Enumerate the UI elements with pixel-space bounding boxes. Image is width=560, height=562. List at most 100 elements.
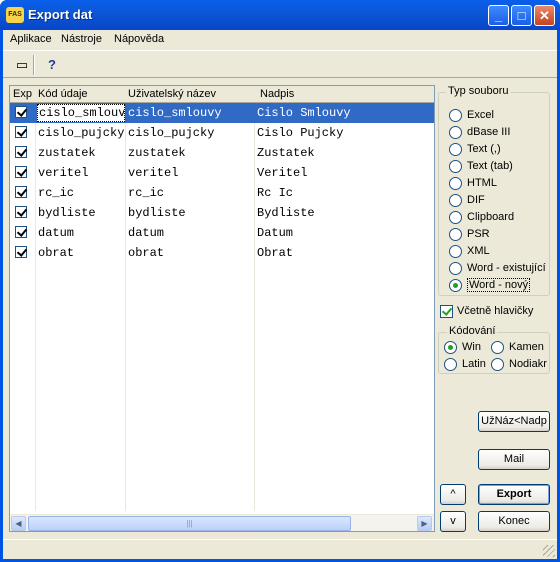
radio-label: Clipboard [467,211,515,223]
cell-title[interactable]: Datum [257,226,427,240]
scroll-left-icon[interactable]: ◀ [11,516,26,531]
app-icon: FAS [6,7,24,23]
cell-name[interactable]: zustatek [128,146,252,160]
radio-selected-icon [444,341,457,354]
radio-icon [449,245,462,258]
close-button[interactable]: Konec [478,511,550,532]
cell-title[interactable]: Cislo Smlouvy [257,106,427,120]
maximize-button[interactable]: □ [511,5,532,26]
radio-label: Word - nový [467,278,531,292]
cell-name[interactable]: obrat [128,246,252,260]
cell-code[interactable]: cislo_smlouvy [37,104,125,122]
table-row[interactable]: obrat obrat Obrat [10,243,434,263]
minimize-button[interactable]: _ [488,5,509,26]
radio-label: Nodiakr [509,358,547,370]
cell-code[interactable]: zustatek [38,146,124,160]
cell-name[interactable]: datum [128,226,252,240]
radio-icon [491,358,504,371]
radio-icon [491,341,504,354]
radio-label: HTML [467,177,497,189]
status-bar [3,539,557,559]
radio-icon [449,143,462,156]
scroll-thumb[interactable]: ||| [28,516,351,531]
title-bar[interactable]: FAS Export dat _ □ ✕ [0,0,560,30]
radio-selected-icon [449,279,462,292]
cell-code[interactable]: bydliste [38,206,124,220]
cell-code[interactable]: veritel [38,166,124,180]
cell-code[interactable]: cislo_pujcky [38,126,124,140]
table-row[interactable]: veritel veritel Veritel [10,163,434,183]
horizontal-scrollbar[interactable]: ◀ ||| ▶ [10,514,434,531]
radio-icon [449,126,462,139]
radio-label: XML [467,245,490,257]
move-down-button[interactable]: v [440,511,466,532]
header-checkbox-label[interactable]: Včetně hlavičky [457,305,533,317]
table-row[interactable]: zustatek zustatek Zustatek [10,143,434,163]
cell-title[interactable]: Rc Ic [257,186,427,200]
window-title: Export dat [28,7,93,22]
user-title-button[interactable]: UžNáz<Nadp [478,411,550,432]
col-code[interactable]: Kód údaje [38,88,88,100]
table-row[interactable]: cislo_smlouvy cislo_smlouvy Cislo Smlouv… [10,103,434,123]
export-checkbox[interactable] [15,126,27,138]
client-area: Aplikace Nástroje Nápověda ▭ ? Exp Kód ú… [3,30,557,559]
cell-title[interactable]: Zustatek [257,146,427,160]
radio-label: Word - existující [467,262,546,274]
file-type-title: Typ souboru [446,85,511,97]
header-checkbox[interactable] [440,305,453,318]
cell-name[interactable]: cislo_smlouvy [128,106,252,120]
form-icon[interactable]: ▭ [11,54,33,76]
radio-label: Text (,) [467,143,501,155]
radio-label: DIF [467,194,485,206]
cell-title[interactable]: Bydliste [257,206,427,220]
menu-bar: Aplikace Nástroje Nápověda [3,30,557,50]
cell-code[interactable]: obrat [38,246,124,260]
radio-label: Latin [462,358,486,370]
cell-name[interactable]: rc_ic [128,186,252,200]
table-row[interactable]: datum datum Datum [10,223,434,243]
radio-label: Text (tab) [467,160,513,172]
file-type-group: Typ souboru Excel dBase III Text (,) Tex… [438,85,550,296]
export-checkbox[interactable] [15,206,27,218]
export-button[interactable]: Export [478,484,550,505]
cell-name[interactable]: veritel [128,166,252,180]
cell-title[interactable]: Veritel [257,166,427,180]
export-checkbox[interactable] [15,146,27,158]
radio-icon [444,358,457,371]
cell-name[interactable]: bydliste [128,206,252,220]
menu-napoveda[interactable]: Nápověda [114,33,164,45]
cell-name[interactable]: cislo_pujcky [128,126,252,140]
encoding-title: Kódování [447,325,498,337]
col-exp[interactable]: Exp [13,88,32,100]
cell-code[interactable]: rc_ic [38,186,124,200]
mail-button[interactable]: Mail [478,449,550,470]
col-name[interactable]: Uživatelský název [128,88,216,100]
resize-grip-icon[interactable] [543,545,555,557]
export-checkbox[interactable] [15,186,27,198]
export-checkbox[interactable] [15,226,27,238]
radio-icon [449,211,462,224]
export-checkbox[interactable] [15,246,27,258]
menu-aplikace[interactable]: Aplikace [10,33,52,45]
help-icon[interactable]: ? [41,54,63,76]
radio-icon [449,228,462,241]
cell-title[interactable]: Obrat [257,246,427,260]
col-title[interactable]: Nadpis [260,88,294,100]
radio-icon [449,109,462,122]
export-checkbox[interactable] [15,106,27,118]
radio-icon [449,262,462,275]
table-row[interactable]: cislo_pujcky cislo_pujcky Cislo Pujcky [10,123,434,143]
radio-label: Kamen [509,341,544,353]
cell-title[interactable]: Cislo Pujcky [257,126,427,140]
menu-nastroje[interactable]: Nástroje [61,33,102,45]
scroll-right-icon[interactable]: ▶ [417,516,432,531]
table-row[interactable]: bydliste bydliste Bydliste [10,203,434,223]
radio-icon [449,160,462,173]
move-up-button[interactable]: ^ [440,484,466,505]
export-checkbox[interactable] [15,166,27,178]
radio-label: Win [462,341,481,353]
close-window-button[interactable]: ✕ [534,5,555,26]
table-row[interactable]: rc_ic rc_ic Rc Ic [10,183,434,203]
cell-code[interactable]: datum [38,226,124,240]
fields-grid[interactable]: Exp Kód údaje Uživatelský název Nadpis c… [9,85,435,532]
